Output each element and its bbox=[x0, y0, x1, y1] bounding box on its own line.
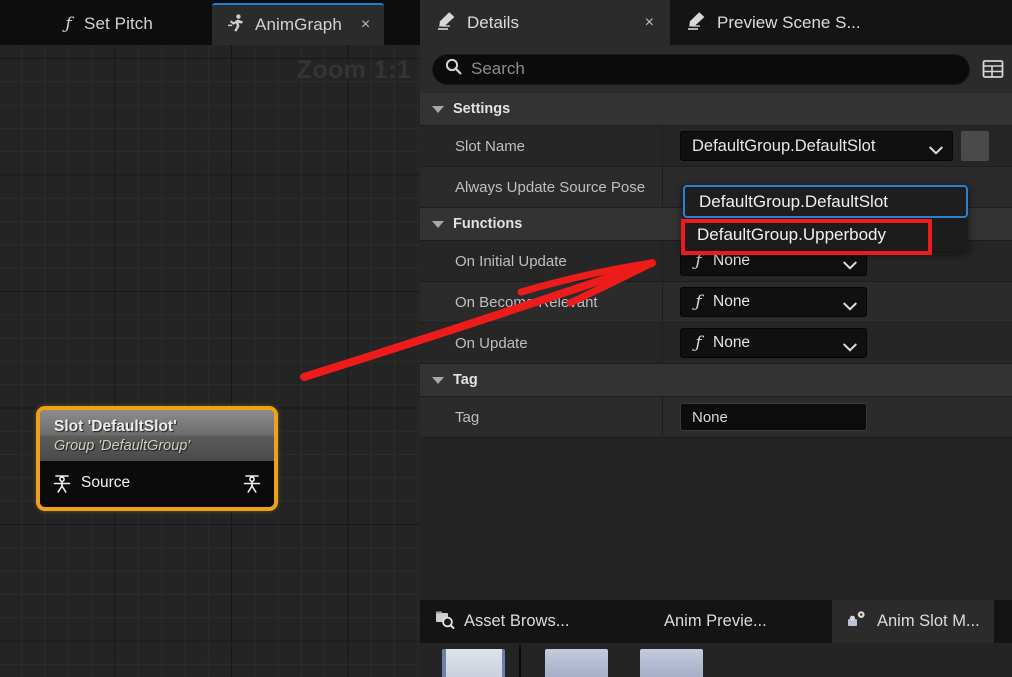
slot-name-dropdown[interactable]: DefaultGroup.DefaultSlot bbox=[680, 131, 953, 161]
anim-node-body: Source bbox=[40, 461, 274, 507]
graph-canvas[interactable]: Zoom 1:1 Slot 'DefaultSlot' Group 'Defau… bbox=[0, 45, 420, 677]
asset-thumbnail[interactable] bbox=[545, 649, 608, 677]
asset-thumbnail[interactable] bbox=[442, 649, 505, 677]
tab-preview-scene-settings[interactable]: Preview Scene S... bbox=[670, 0, 877, 45]
asset-browser-icon bbox=[434, 609, 455, 635]
anim-graph-pane: ƒ Set Pitch AnimGraph × Zoom 1:1 Slot 'D… bbox=[0, 0, 420, 677]
function-icon: ƒ bbox=[695, 251, 702, 271]
search-icon bbox=[445, 58, 462, 80]
on-become-relevant-value: None bbox=[713, 293, 751, 310]
on-update-value: None bbox=[713, 334, 751, 351]
tab-anim-slot-manager-label: Anim Slot M... bbox=[877, 612, 980, 630]
chevron-down-icon bbox=[929, 142, 943, 155]
property-label: On Initial Update bbox=[420, 240, 663, 282]
dropdown-option-label: DefaultGroup.Upperbody bbox=[697, 224, 887, 244]
category-label: Functions bbox=[453, 216, 523, 232]
property-label: On Update bbox=[420, 322, 663, 364]
close-icon[interactable]: × bbox=[361, 17, 370, 33]
bottom-tab-bar: Asset Brows... Anim Previe... Anim Slot … bbox=[420, 600, 1012, 643]
tab-details[interactable]: Details × bbox=[420, 0, 670, 45]
tab-anim-preview-label: Anim Previe... bbox=[664, 612, 767, 630]
asset-thumbnail[interactable] bbox=[640, 649, 703, 677]
slot-name-value: DefaultGroup.DefaultSlot bbox=[692, 136, 876, 155]
category-header-tag[interactable]: Tag bbox=[420, 364, 1012, 397]
tab-asset-browser-label: Asset Brows... bbox=[464, 612, 570, 630]
category-header-settings[interactable]: Settings bbox=[420, 93, 1012, 126]
chevron-down-icon bbox=[432, 376, 444, 384]
dropdown-option-default-slot[interactable]: DefaultGroup.DefaultSlot bbox=[683, 185, 968, 218]
property-value: ƒ None bbox=[663, 287, 1012, 317]
property-label: On Become Relevant bbox=[420, 281, 663, 323]
tab-anim-graph[interactable]: AnimGraph × bbox=[212, 3, 385, 45]
zoom-level-label: Zoom 1:1 bbox=[296, 56, 411, 84]
dropdown-option-upperbody[interactable]: DefaultGroup.Upperbody bbox=[683, 218, 968, 251]
property-row-tag: Tag None bbox=[420, 396, 1012, 438]
tab-details-label: Details bbox=[467, 12, 519, 32]
property-value: None bbox=[663, 403, 1012, 431]
pose-pin-icon-output[interactable] bbox=[242, 472, 262, 494]
tab-anim-graph-label: AnimGraph bbox=[255, 15, 342, 34]
category-label: Tag bbox=[453, 372, 478, 388]
reset-to-default-button[interactable] bbox=[961, 131, 989, 161]
details-tab-bar: Details × Preview Scene S... bbox=[420, 0, 1012, 45]
property-row-on-update: On Update ƒ None bbox=[420, 322, 1012, 364]
tag-input[interactable]: None bbox=[680, 403, 867, 431]
anim-node-subtitle: Group 'DefaultGroup' bbox=[54, 438, 191, 454]
details-pencil-icon bbox=[686, 10, 707, 36]
details-pencil-icon bbox=[436, 10, 457, 36]
chevron-down-icon bbox=[432, 105, 444, 113]
details-search-row: Search bbox=[420, 45, 1012, 93]
function-icon: ƒ bbox=[65, 14, 72, 34]
chevron-down-icon bbox=[843, 257, 857, 270]
property-sheet: Settings Slot Name DefaultGroup.DefaultS… bbox=[420, 93, 1012, 493]
anim-node-header: Slot 'DefaultSlot' Group 'DefaultGroup' bbox=[40, 410, 274, 461]
anim-node-pin-label: Source bbox=[81, 474, 131, 491]
tag-value: None bbox=[692, 408, 728, 426]
category-label: Settings bbox=[453, 101, 511, 117]
tab-anim-slot-manager[interactable]: Anim Slot M... bbox=[832, 600, 994, 643]
close-icon[interactable]: × bbox=[645, 14, 654, 32]
graph-tab-bar: ƒ Set Pitch AnimGraph × bbox=[0, 0, 420, 45]
pose-pin-icon-input[interactable] bbox=[52, 472, 72, 494]
chevron-down-icon bbox=[432, 220, 444, 228]
property-value: DefaultGroup.DefaultSlot bbox=[663, 131, 1012, 161]
tab-anim-preview[interactable]: Anim Previe... bbox=[650, 600, 781, 643]
property-label: Always Update Source Pose bbox=[420, 166, 663, 208]
on-initial-update-value: None bbox=[713, 252, 751, 269]
tab-set-pitch-label: Set Pitch bbox=[84, 14, 153, 33]
unreal-editor-window: ƒ Set Pitch AnimGraph × Zoom 1:1 Slot 'D… bbox=[0, 0, 1012, 677]
bottom-panel: Asset Brows... Anim Previe... Anim Slot … bbox=[420, 600, 1012, 677]
chevron-down-icon bbox=[843, 339, 857, 352]
anim-node-slot[interactable]: Slot 'DefaultSlot' Group 'DefaultGroup' bbox=[36, 406, 278, 511]
slot-name-dropdown-list[interactable]: DefaultGroup.DefaultSlot DefaultGroup.Up… bbox=[683, 185, 968, 251]
property-value: ƒ None bbox=[663, 328, 1012, 358]
grid-view-icon[interactable] bbox=[980, 56, 1006, 82]
asset-browser-thumbnails bbox=[420, 643, 1012, 677]
chevron-down-icon bbox=[843, 298, 857, 311]
property-row-slot-name: Slot Name DefaultGroup.DefaultSlot bbox=[420, 125, 1012, 167]
function-icon: ƒ bbox=[695, 292, 702, 312]
property-label: Tag bbox=[420, 396, 663, 438]
property-row-on-become-relevant: On Become Relevant ƒ None bbox=[420, 281, 1012, 323]
tab-set-pitch[interactable]: ƒ Set Pitch bbox=[48, 3, 167, 45]
anim-node-title: Slot 'DefaultSlot' bbox=[54, 418, 177, 435]
dropdown-option-label: DefaultGroup.DefaultSlot bbox=[699, 191, 888, 211]
anim-slot-manager-icon bbox=[846, 609, 868, 635]
on-update-dropdown[interactable]: ƒ None bbox=[680, 328, 867, 358]
search-input[interactable]: Search bbox=[432, 53, 970, 85]
tab-asset-browser[interactable]: Asset Brows... bbox=[420, 600, 583, 643]
details-pane: Details × Preview Scene S... Search Sett… bbox=[420, 0, 1012, 677]
property-label: Slot Name bbox=[420, 125, 663, 167]
search-placeholder: Search bbox=[471, 59, 525, 78]
divider bbox=[519, 645, 521, 677]
function-icon: ƒ bbox=[695, 333, 702, 353]
anim-run-icon bbox=[226, 13, 246, 38]
on-become-relevant-dropdown[interactable]: ƒ None bbox=[680, 287, 867, 317]
tab-preview-scene-settings-label: Preview Scene S... bbox=[717, 12, 861, 32]
